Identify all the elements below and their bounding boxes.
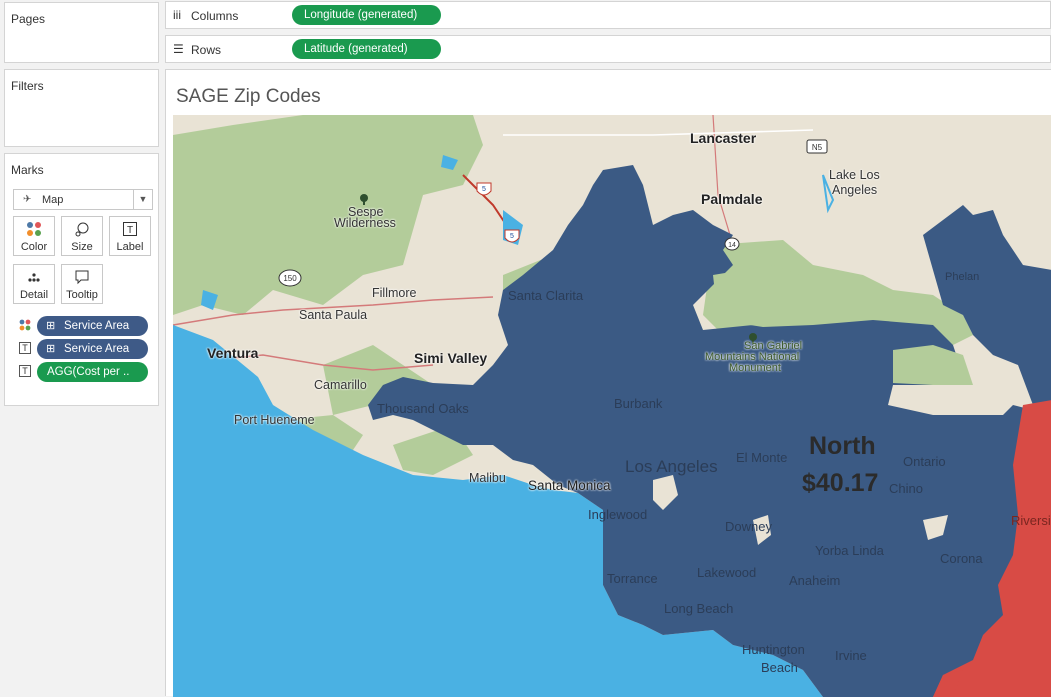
rows-shelf[interactable]: ☰ Rows Latitude (generated) xyxy=(165,35,1051,63)
place-el-monte: El Monte xyxy=(736,450,788,465)
svg-text:150: 150 xyxy=(283,274,297,283)
label-button[interactable]: T Label xyxy=(109,216,151,256)
plus-box-icon: ⊞ xyxy=(46,343,56,355)
longitude-pill[interactable]: Longitude (generated) xyxy=(292,5,441,25)
cost-measure-pill[interactable]: AGG(Cost per .. xyxy=(37,362,148,382)
pill-label: Service Area xyxy=(64,343,130,355)
place-lake-los-angeles-line1: Lake Los xyxy=(829,168,880,182)
place-fillmore: Fillmore xyxy=(372,286,417,300)
place-malibu: Malibu xyxy=(469,471,506,485)
detail-icon xyxy=(14,269,54,289)
place-inglewood: Inglewood xyxy=(588,507,648,522)
place-port-hueneme: Port Hueneme xyxy=(234,413,315,427)
place-sespe-line2: Wilderness xyxy=(334,216,396,230)
place-huntington-line1: Huntington xyxy=(742,642,805,657)
marks-title: Marks xyxy=(11,163,44,177)
color-button[interactable]: Color xyxy=(13,216,55,256)
place-torrance: Torrance xyxy=(607,571,658,586)
region-label-name: North xyxy=(809,432,876,460)
place-yorba-linda: Yorba Linda xyxy=(815,543,884,558)
place-long-beach: Long Beach xyxy=(664,601,734,616)
place-lake-los-angeles-line2: Angeles xyxy=(832,183,878,197)
detail-button-label: Detail xyxy=(19,289,49,301)
place-simi-valley: Simi Valley xyxy=(414,350,488,366)
route-150-shield: 150 xyxy=(278,269,302,287)
place-chino: Chino xyxy=(889,481,923,496)
place-lakewood: Lakewood xyxy=(697,565,757,580)
svg-text:14: 14 xyxy=(728,242,736,249)
label-encoding-icon: T xyxy=(19,342,31,354)
pages-card[interactable]: Pages xyxy=(4,2,159,63)
route-n5-shield: N5 xyxy=(806,139,828,154)
detail-button[interactable]: Detail xyxy=(13,264,55,304)
place-san-gabriel-line3: Monument xyxy=(729,362,781,374)
place-thousand-oaks: Thousand Oaks xyxy=(377,401,469,416)
place-downey: Downey xyxy=(725,519,772,534)
place-camarillo: Camarillo xyxy=(314,378,367,392)
svg-text:N5: N5 xyxy=(812,143,823,152)
service-area-color-pill[interactable]: ⊞ Service Area xyxy=(37,316,148,336)
place-santa-monica: Santa Monica xyxy=(528,478,611,493)
columns-icon: iii xyxy=(173,8,181,22)
map-canvas[interactable]: 5 5 N5 150 14 Lancaster Palmdale Lake Lo… xyxy=(173,115,1051,697)
place-lancaster: Lancaster xyxy=(690,130,757,146)
rows-icon: ☰ xyxy=(173,42,184,56)
marks-card: Marks ✈ Map ▼ Color Size T Label Detail … xyxy=(4,153,159,406)
color-icon xyxy=(14,221,54,241)
place-ventura: Ventura xyxy=(207,345,259,361)
place-burbank: Burbank xyxy=(614,396,663,411)
place-santa-paula: Santa Paula xyxy=(299,308,368,322)
place-ontario: Ontario xyxy=(903,454,946,469)
label-encoding-icon: T xyxy=(19,365,31,377)
columns-shelf[interactable]: iii Columns Longitude (generated) xyxy=(165,1,1051,29)
svg-text:5: 5 xyxy=(482,186,486,193)
pill-label: Service Area xyxy=(64,320,130,332)
size-button[interactable]: Size xyxy=(61,216,103,256)
size-button-label: Size xyxy=(71,241,93,253)
place-irvine: Irvine xyxy=(835,648,867,663)
mark-type-label: Map xyxy=(42,194,64,206)
label-button-label: Label xyxy=(116,241,144,253)
tooltip-icon xyxy=(62,269,102,289)
size-icon xyxy=(62,221,102,241)
map-mark-icon: ✈ xyxy=(23,194,32,205)
mark-type-dropdown[interactable]: ✈ Map ▼ xyxy=(13,189,153,210)
interstate-5-shield: 5 xyxy=(504,229,520,243)
worksheet-title: SAGE Zip Codes xyxy=(176,86,321,107)
place-palmdale: Palmdale xyxy=(701,191,763,207)
pages-title: Pages xyxy=(11,12,46,26)
place-anaheim: Anaheim xyxy=(789,573,841,588)
color-button-label: Color xyxy=(20,241,48,253)
worksheet-view: SAGE Zip Codes 5 5 N5 150 14 Lancaster P… xyxy=(165,69,1051,697)
filters-card[interactable]: Filters xyxy=(4,69,159,147)
place-los-angeles: Los Angeles xyxy=(625,457,718,476)
color-encoding-icon xyxy=(19,319,31,331)
interstate-5-shield: 5 xyxy=(476,182,492,196)
region-label-value: $40.17 xyxy=(802,469,879,497)
svg-text:5: 5 xyxy=(510,233,514,240)
place-corona: Corona xyxy=(940,551,983,566)
plus-box-icon: ⊞ xyxy=(46,320,56,332)
place-riverside: Riverside xyxy=(1011,513,1051,528)
rows-label: Rows xyxy=(191,43,222,57)
place-phelan: Phelan xyxy=(945,271,980,283)
pill-label: Latitude (generated) xyxy=(304,43,408,55)
svg-text:T: T xyxy=(127,225,133,236)
place-huntington-line2: Beach xyxy=(761,660,798,675)
service-area-label-pill[interactable]: ⊞ Service Area xyxy=(37,339,148,359)
chevron-down-icon[interactable]: ▼ xyxy=(133,190,152,209)
pill-label: Longitude (generated) xyxy=(304,9,418,21)
tooltip-button[interactable]: Tooltip xyxy=(61,264,103,304)
label-icon: T xyxy=(110,221,150,241)
tooltip-button-label: Tooltip xyxy=(66,289,98,301)
latitude-pill[interactable]: Latitude (generated) xyxy=(292,39,441,59)
filters-title: Filters xyxy=(11,79,44,93)
pill-label: AGG(Cost per .. xyxy=(47,366,130,378)
columns-label: Columns xyxy=(191,9,239,23)
place-santa-clarita: Santa Clarita xyxy=(508,288,584,303)
route-14-shield: 14 xyxy=(724,237,740,251)
